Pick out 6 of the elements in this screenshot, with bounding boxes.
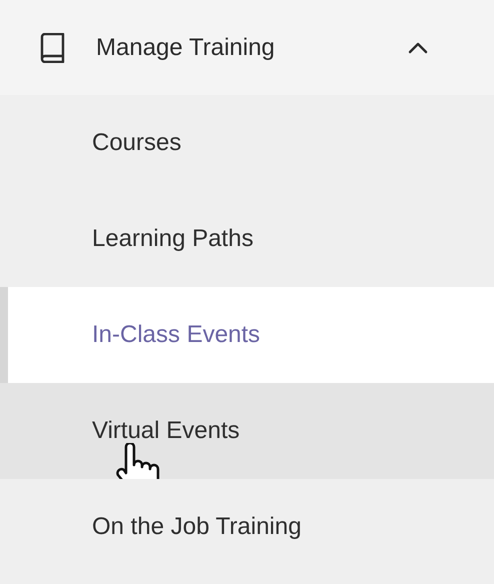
menu-header[interactable]: Manage Training <box>0 0 494 95</box>
menu-item[interactable]: In-Class Events <box>0 287 494 383</box>
menu-item[interactable]: Virtual Events <box>0 383 494 479</box>
book-icon <box>38 32 66 62</box>
menu-title: Manage Training <box>96 34 276 62</box>
chevron-icon <box>408 42 428 54</box>
